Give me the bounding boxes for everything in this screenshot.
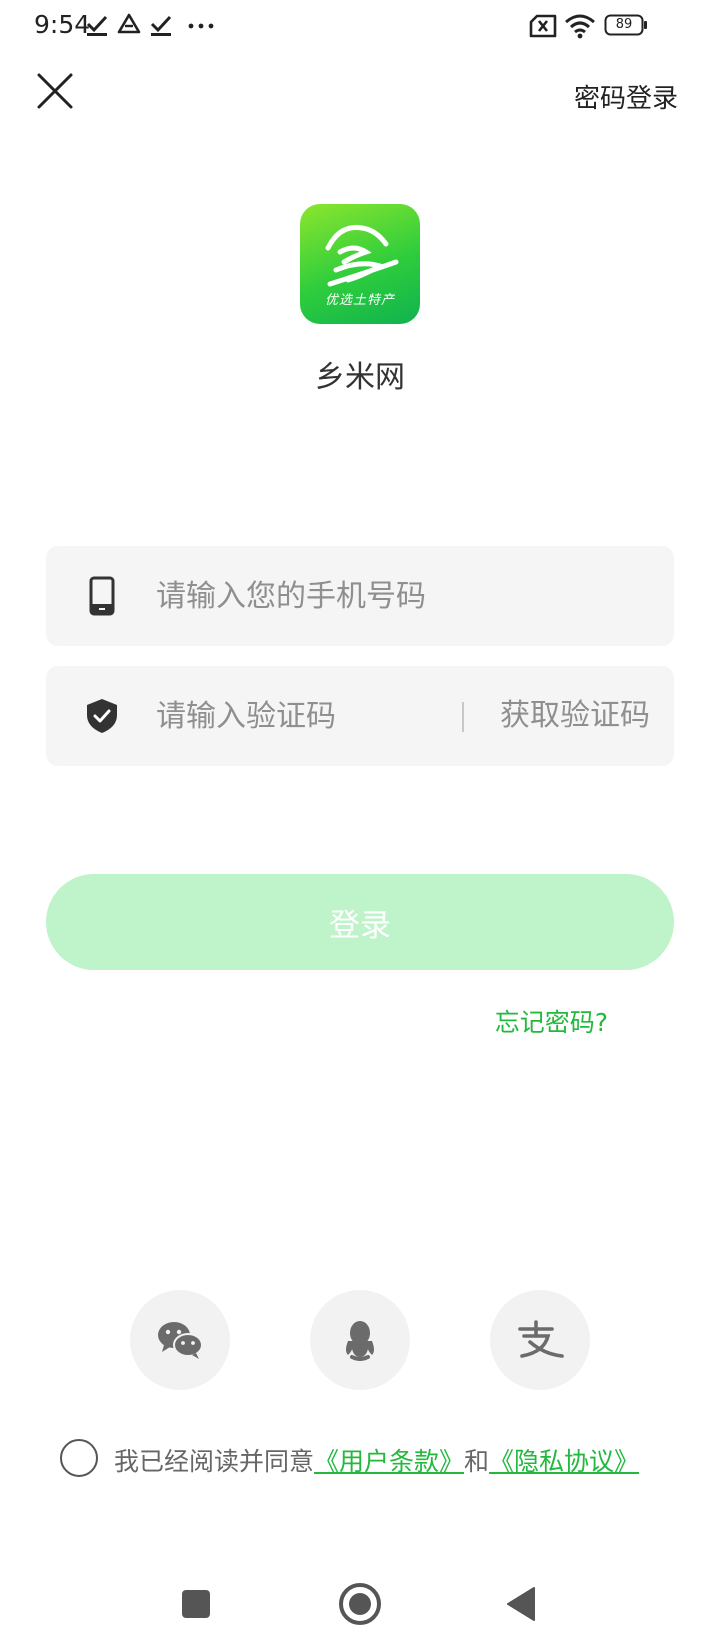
login-screen: 9:54 89 密码登录 优选土特产 乡米网 请输入您的手机号码 请输入验证码 … [0, 0, 720, 1650]
recent-apps-icon[interactable] [172, 1580, 220, 1628]
phone-field[interactable] [46, 546, 674, 646]
phone-input[interactable] [156, 546, 636, 646]
drive-icon [117, 13, 141, 34]
status-bar: 9:54 89 [0, 0, 720, 56]
battery-icon: 89 [604, 14, 648, 38]
password-login-link[interactable]: 密码登录 [574, 78, 678, 115]
privacy-link[interactable]: 《隐私协议》 [489, 1447, 639, 1476]
get-code-button[interactable]: 获取验证码 [500, 666, 650, 766]
alipay-login-button[interactable] [490, 1290, 590, 1390]
field-divider [462, 702, 464, 732]
agreement-prefix: 我已经阅读并同意 [114, 1447, 315, 1476]
wechat-icon [158, 1322, 203, 1359]
check-download-icon [86, 15, 108, 36]
phone-icon [89, 576, 115, 616]
check-download-icon [150, 15, 172, 36]
battery-level: 89 [615, 17, 633, 32]
alipay-icon [518, 1320, 564, 1358]
qq-icon [346, 1321, 374, 1361]
agreement-text: 我已经阅读并同意《用户条款》和《隐私协议》 [114, 1442, 639, 1478]
wifi-icon [565, 14, 595, 39]
forgot-password-link[interactable]: 忘记密码? [495, 1003, 608, 1039]
code-input[interactable] [156, 666, 446, 766]
login-button[interactable]: 登录 [46, 874, 674, 970]
logo-subtitle: 优选土特产 [324, 293, 395, 308]
sim-off-icon [529, 14, 557, 38]
close-icon[interactable] [34, 70, 76, 112]
wechat-login-button[interactable] [130, 1290, 230, 1390]
status-time: 9:54 [34, 10, 91, 39]
home-icon[interactable] [336, 1580, 384, 1628]
qq-login-button[interactable] [310, 1290, 410, 1390]
agreement-and: 和 [464, 1447, 490, 1476]
agreement-checkbox[interactable] [60, 1439, 98, 1477]
app-logo: 优选土特产 [300, 204, 420, 324]
app-name: 乡米网 [315, 360, 405, 395]
more-dots-icon [188, 23, 214, 29]
back-icon[interactable] [500, 1580, 548, 1628]
verification-code-field[interactable]: 获取验证码 [46, 666, 674, 766]
terms-link[interactable]: 《用户条款》 [314, 1447, 464, 1476]
shield-check-icon [87, 699, 117, 733]
